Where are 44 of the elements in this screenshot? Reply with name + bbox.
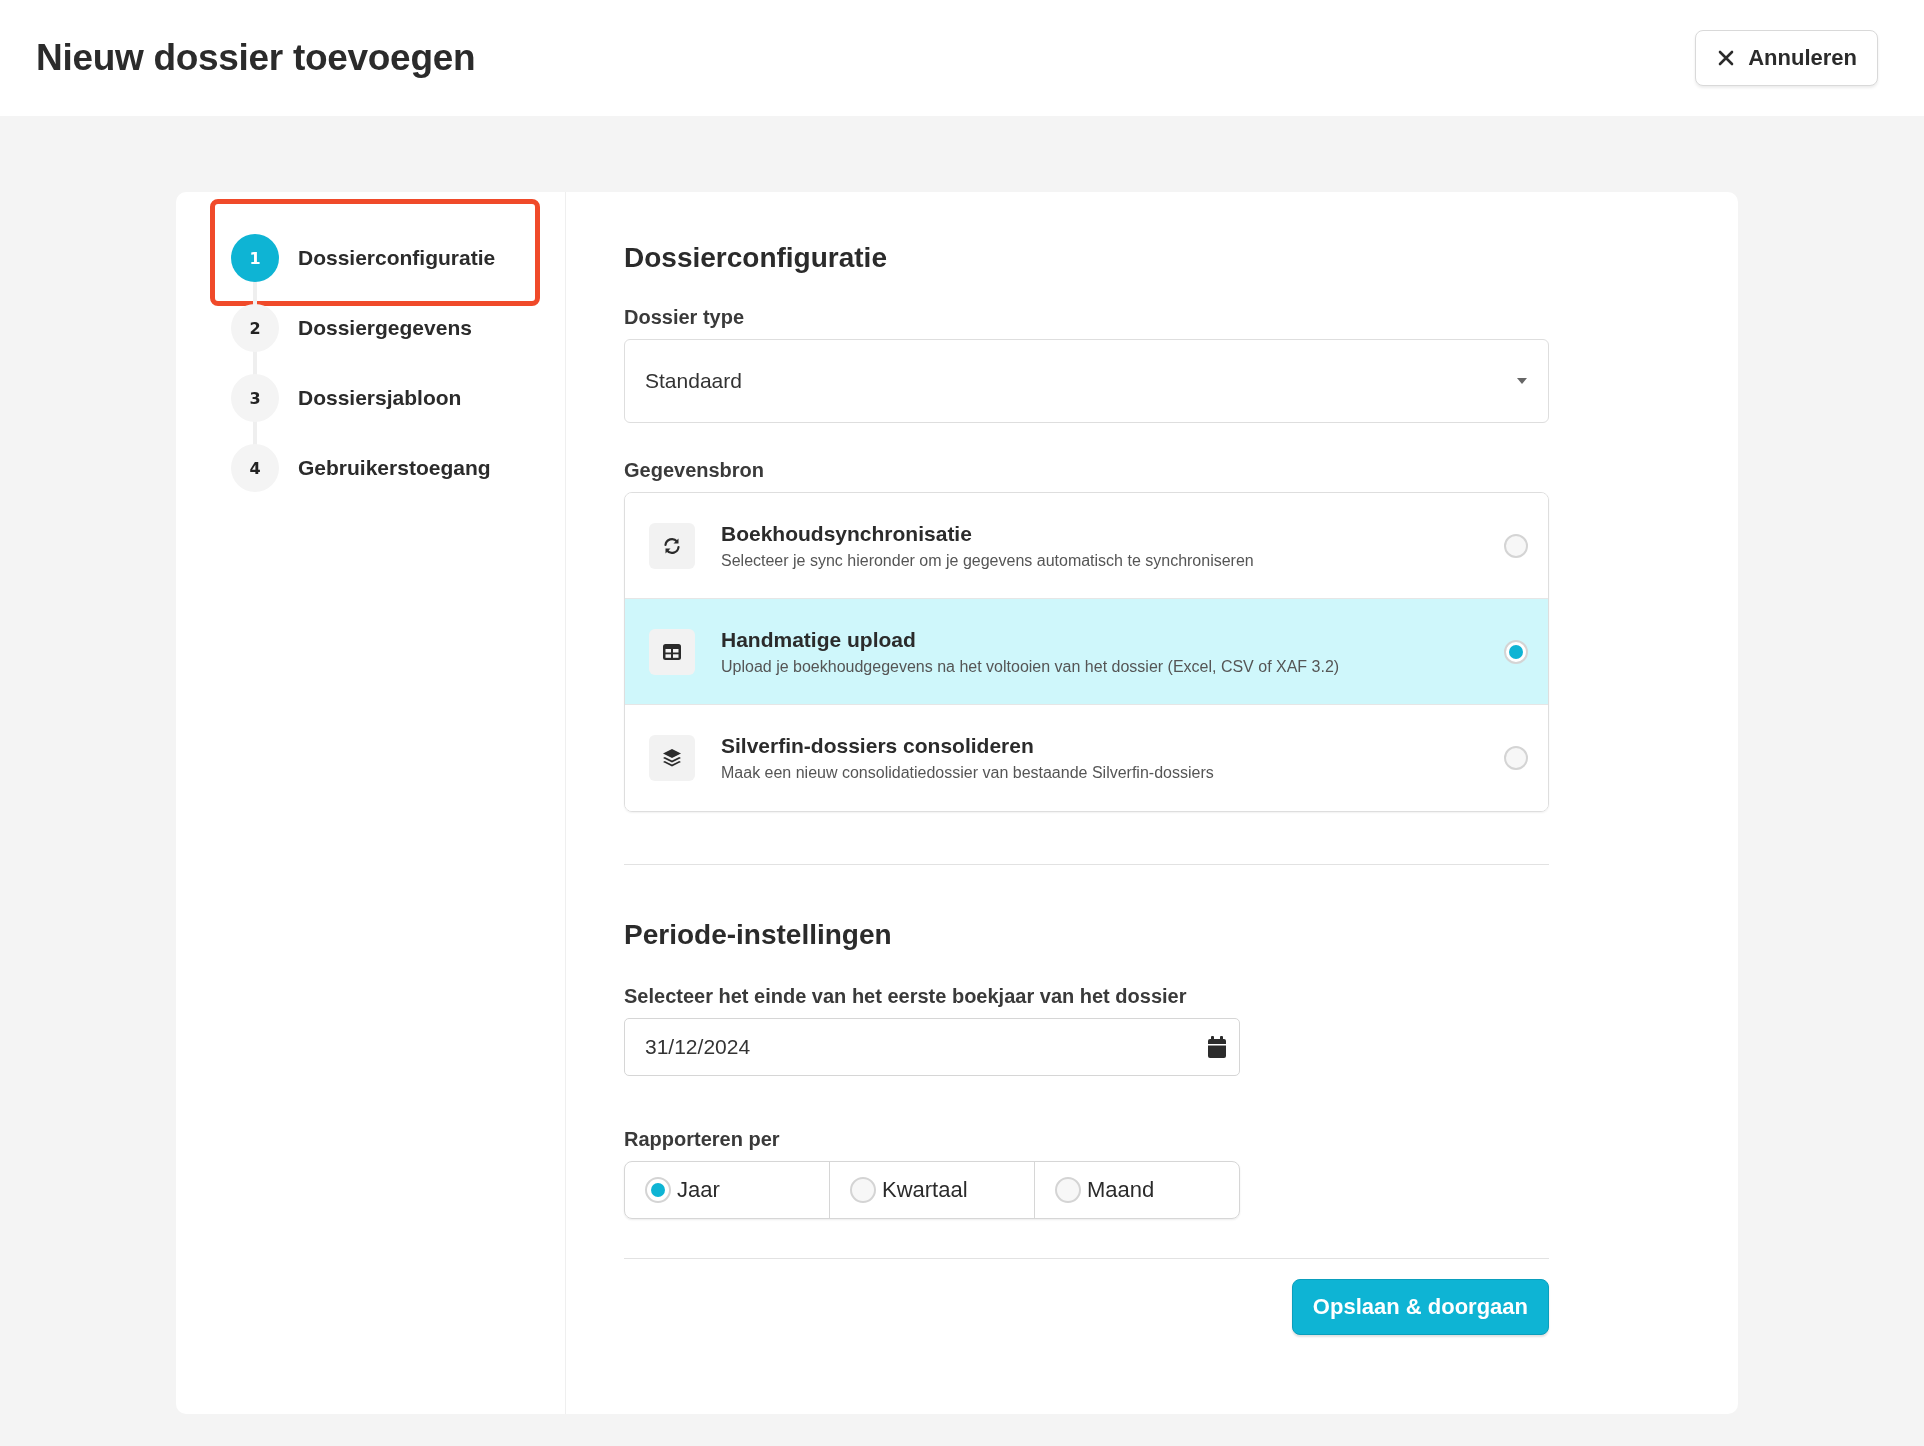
caret-icon — [1516, 377, 1528, 385]
step-number: 4 — [231, 444, 279, 492]
radio-button[interactable] — [645, 1177, 671, 1203]
field-label: Rapporteren per — [624, 1128, 781, 1151]
calendar-icon — [1207, 1036, 1227, 1058]
radio-button[interactable] — [1504, 639, 1528, 664]
radio-label[interactable]: Jaar — [677, 1177, 720, 1203]
field-label: Selecteer het einde van het eerste boekjaar van het dossier — [624, 985, 1188, 1008]
option-description: Maak een nieuw consolidatiedossier van bestaande Silverfin-dossiers — [721, 764, 1215, 782]
step-label[interactable]: Dossiergegevens — [298, 316, 472, 340]
option-description: Selecteer je sync hieronder om je gegevens automatisch te synchroniseren — [721, 551, 1255, 570]
dossier-type-select[interactable]: Standaard — [624, 339, 1549, 423]
radio-button[interactable] — [850, 1177, 876, 1203]
radio-label[interactable]: Maand — [1087, 1177, 1155, 1203]
step-label[interactable]: Dossierconfiguratie — [298, 246, 496, 270]
table-icon — [662, 642, 682, 661]
select-value: Standaard — [645, 369, 742, 393]
step-label[interactable]: Gebruikerstoegang — [298, 456, 491, 480]
data-source-option[interactable]: Boekhoudsynchronisatie Selecteer je sync hieronder om je gegevens automatisch te synchroniseren — [625, 493, 1548, 599]
layers-icon — [662, 748, 682, 768]
option-title: Silverfin-dossiers consolideren — [721, 734, 1035, 758]
data-source-option[interactable]: Silverfin-dossiers consolideren Maak een nieuw consolidatiedossier van bestaande Silverfin-dossiers — [625, 705, 1548, 811]
option-title: Boekhoudsynchronisatie — [721, 521, 973, 546]
step-number: 2 — [231, 304, 279, 352]
date-value: 31/12/2024 — [645, 1035, 751, 1059]
radio-button[interactable] — [1504, 746, 1528, 770]
option-description: Upload je boekhoudgegevens na het voltooien van het dossier (Excel, CSV of XAF 3.2) — [721, 657, 1341, 676]
step-number: 1 — [231, 234, 279, 282]
step-number: 3 — [231, 374, 279, 422]
field-label: Dossier type — [624, 306, 746, 329]
date-field[interactable]: 31/12/2024 — [624, 1018, 1240, 1076]
radio-button[interactable] — [1504, 533, 1528, 558]
section-heading: Dossierconfiguratie — [624, 242, 888, 274]
option-title: Handmatige upload — [721, 627, 917, 652]
step-label[interactable]: Dossiersjabloon — [298, 386, 462, 410]
close-icon — [1718, 50, 1735, 66]
page-title: Nieuw dossier toevoegen — [36, 37, 476, 79]
radio-button[interactable] — [1055, 1177, 1081, 1203]
cancel-button[interactable]: Annuleren — [1695, 30, 1878, 86]
field-label: Gegevensbron — [624, 459, 766, 482]
section-heading: Periode-instellingen — [624, 919, 893, 951]
data-source-option[interactable]: Handmatige upload Upload je boekhoudgegevens na het voltooien van het dossier (Excel, CSV of XAF 3.2) — [625, 599, 1548, 705]
radio-label[interactable]: Kwartaal — [882, 1177, 968, 1203]
refresh-icon — [662, 535, 682, 556]
